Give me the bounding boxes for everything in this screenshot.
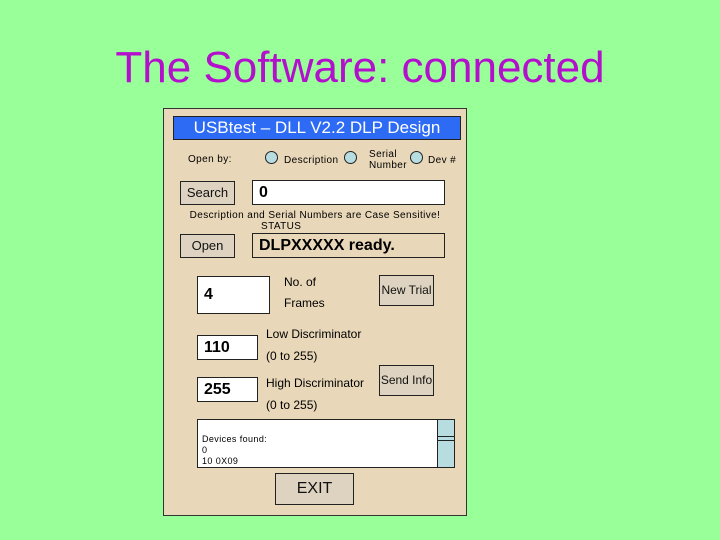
case-sensitive-note: Description and Serial Numbers are Case … <box>189 210 441 221</box>
serial-label-line2: Number <box>369 160 407 171</box>
frames-label-line1: No. of <box>284 275 317 289</box>
log-line: Devices found: <box>202 434 268 444</box>
log-line: 0 <box>202 445 208 455</box>
status-label: STATUS <box>261 221 302 232</box>
radio-dev-number[interactable] <box>410 151 423 164</box>
low-discriminator-input[interactable]: 110 <box>197 335 258 360</box>
window-title-bar: USBtest – DLL V2.2 DLP Design <box>173 116 461 140</box>
exit-button[interactable]: EXIT <box>275 473 354 505</box>
high-discriminator-input[interactable]: 255 <box>197 377 258 402</box>
radio-description[interactable] <box>265 151 278 164</box>
status-display: DLPXXXXX ready. <box>252 233 445 258</box>
high-discriminator-label: High Discriminator <box>266 376 365 390</box>
radio-serial-number[interactable] <box>344 151 357 164</box>
send-info-button[interactable]: Send Info <box>379 365 434 396</box>
high-discriminator-range: (0 to 255) <box>266 398 318 412</box>
device-log[interactable]: Devices found: 0 10 0X09 <box>197 419 455 468</box>
log-line: 10 0X09 <box>202 456 239 466</box>
frames-input[interactable]: 4 <box>197 276 270 314</box>
scrollbar-thumb[interactable] <box>438 436 454 441</box>
open-by-label: Open by: <box>188 154 232 165</box>
low-discriminator-range: (0 to 255) <box>266 349 318 363</box>
open-button[interactable]: Open <box>180 234 235 258</box>
search-field[interactable]: 0 <box>252 180 445 205</box>
serial-label-line1: Serial <box>369 149 397 160</box>
app-window: USBtest – DLL V2.2 DLP Design Open by: D… <box>163 108 467 516</box>
search-button[interactable]: Search <box>180 181 235 205</box>
new-trial-button[interactable]: New Trial <box>379 275 434 306</box>
radio-serial-number-label: Serial Number <box>369 149 407 171</box>
log-lines: Devices found: 0 10 0X09 <box>202 434 267 467</box>
radio-description-label: Description <box>284 155 339 166</box>
radio-dev-number-label: Dev # <box>428 155 457 166</box>
low-discriminator-label: Low Discriminator <box>266 327 362 341</box>
slide-title: The Software: connected <box>115 43 605 92</box>
log-scrollbar[interactable] <box>437 420 454 467</box>
frames-label-line2: Frames <box>284 296 325 310</box>
